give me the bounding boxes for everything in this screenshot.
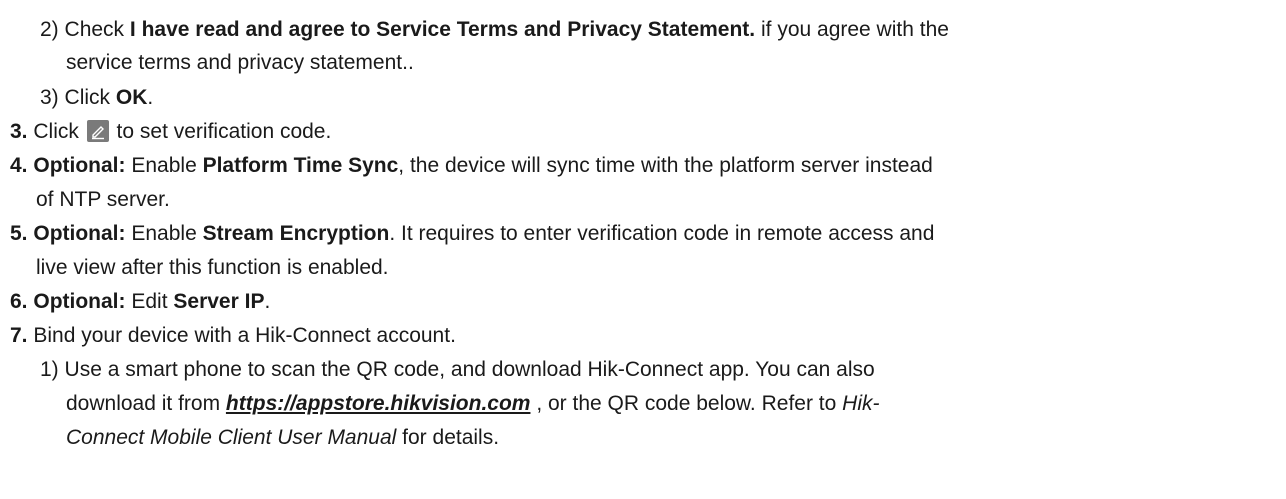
substep-text: , or the QR code below. Refer to [536, 392, 837, 415]
substep-text: if you agree with the [760, 18, 949, 41]
step-4-continuation: of NTP server. [36, 186, 170, 214]
edit-icon [86, 120, 109, 142]
step-4-line: 4. Optional: Enable Platform Time Sync, … [10, 152, 933, 180]
substep-number: 3) [40, 86, 59, 109]
step-6-line: 6. Optional: Edit Server IP. [10, 288, 270, 316]
step-text: , the device will sync time with the pla… [398, 154, 933, 177]
server-ip-term: Server IP [173, 290, 265, 313]
step-text: . [264, 290, 271, 313]
step-3-line: 3. Click to set verification code. [10, 118, 331, 146]
substep-1-line-3: Connect Mobile Client User Manual for de… [66, 424, 499, 452]
manual-title: Hik- [842, 392, 880, 415]
step-number: 6. [10, 290, 28, 313]
step-number: 4. [10, 154, 28, 177]
optional-label: Optional: [33, 290, 126, 313]
optional-label: Optional: [33, 222, 126, 245]
substep-1-line: 1) Use a smart phone to scan the QR code… [40, 356, 875, 384]
substep-1-line-2: download it from https://appstore.hikvis… [66, 390, 879, 418]
step-text: of NTP server. [36, 188, 170, 211]
substep-3-line: 3) Click OK. [40, 84, 153, 112]
checkbox-label-term: I have read and agree to Service Terms a… [129, 18, 756, 41]
step-5-continuation: live view after this function is enabled… [36, 254, 389, 282]
step-text: to set verification code. [116, 120, 332, 143]
substep-number: 1) [40, 358, 59, 381]
step-text: live view after this function is enabled… [36, 256, 389, 279]
step-text: Bind your device with a Hik-Connect acco… [33, 324, 456, 347]
step-5-line: 5. Optional: Enable Stream Encryption. I… [10, 220, 934, 248]
platform-time-sync-term: Platform Time Sync [202, 154, 399, 177]
substep-text: for details. [402, 426, 500, 449]
optional-label: Optional: [33, 154, 126, 177]
substep-text: download it from [66, 392, 221, 415]
step-number: 5. [10, 222, 28, 245]
substep-2-line: 2) Check I have read and agree to Servic… [40, 16, 949, 44]
step-text: . It requires to enter verification code… [389, 222, 935, 245]
step-text: Enable [131, 154, 197, 177]
step-text: Enable [131, 222, 197, 245]
step-number: 3. [10, 120, 28, 143]
stream-encryption-term: Stream Encryption [202, 222, 390, 245]
substep-text: . [147, 86, 154, 109]
step-number: 7. [10, 324, 28, 347]
appstore-link[interactable]: https://appstore.hikvision.com [226, 392, 531, 415]
step-7-line: 7. Bind your device with a Hik-Connect a… [10, 322, 456, 350]
step-text: Edit [131, 290, 168, 313]
substep-text: Check [64, 18, 125, 41]
substep-text: Use a smart phone to scan the QR code, a… [64, 358, 875, 381]
substep-text: service terms and privacy statement.. [66, 51, 414, 74]
substep-2-continuation: service terms and privacy statement.. [66, 49, 414, 77]
manual-title: Connect Mobile Client User Manual [66, 426, 397, 449]
ok-term: OK [115, 86, 148, 109]
step-text: Click [33, 120, 79, 143]
substep-text: Click [64, 86, 111, 109]
substep-number: 2) [40, 18, 59, 41]
